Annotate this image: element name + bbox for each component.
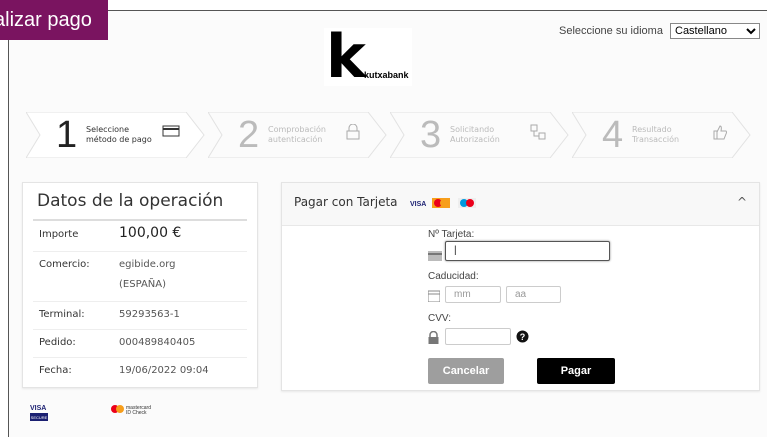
- step-number: 4: [602, 114, 624, 156]
- network-icon: [530, 124, 546, 140]
- cvv-label: CVV:: [428, 313, 451, 324]
- language-label: Seleccione su idioma: [558, 25, 663, 37]
- detail-key: Terminal:: [39, 309, 85, 320]
- step-label: Seleccione método de pago: [86, 125, 152, 144]
- collapse-icon[interactable]: ^: [737, 195, 747, 209]
- card-number-label: Nº Tarjeta:: [428, 229, 475, 240]
- visa-logo-sub: SECURE: [31, 415, 48, 420]
- detail-row-terminal: Terminal: 59293563-1: [33, 301, 247, 330]
- detail-row-comercio: Comercio: egibide.org (ESPAÑA): [33, 251, 247, 302]
- realizar-pago-label: alizar pago: [0, 0, 108, 40]
- security-logos: VISA SECURE mastercard ID Check: [30, 402, 170, 428]
- expiry-month-input[interactable]: mm: [445, 286, 501, 303]
- mastercard-idcheck-logo: mastercard ID Check: [111, 405, 151, 416]
- detail-key: Importe: [39, 229, 79, 240]
- card-number-input[interactable]: |: [445, 241, 610, 261]
- svg-text:?: ?: [520, 332, 526, 342]
- kutxabank-logo: k kutxabank: [324, 22, 412, 92]
- logo-text: kutxabank: [364, 70, 409, 80]
- step-number: 3: [420, 114, 442, 156]
- language-select[interactable]: Castellano: [670, 23, 760, 39]
- card-brands: VISA: [410, 198, 476, 208]
- detail-value: 000489840405: [119, 337, 196, 348]
- language-selector: Seleccione su idioma Castellano: [559, 23, 760, 39]
- card-payment-panel: Pagar con Tarjeta VISA ^ Nº Tarjeta: | C…: [281, 182, 760, 391]
- detail-value: 19/06/2022 09:04: [119, 365, 209, 376]
- lock-icon: [346, 124, 360, 140]
- detail-row-pedido: Pedido: 000489840405: [33, 329, 247, 358]
- visa-logo-text: VISA: [30, 405, 46, 412]
- help-icon[interactable]: ?: [516, 330, 529, 343]
- mc-logo-sub: ID Check: [126, 410, 147, 416]
- step-label: Comprobación autenticación: [268, 125, 326, 144]
- panel-header[interactable]: Pagar con Tarjeta VISA ^: [282, 183, 759, 226]
- step-label: Resultado Transacción: [632, 125, 680, 144]
- operation-title: Datos de la operación: [37, 191, 224, 211]
- detail-key: Pedido:: [39, 337, 76, 348]
- detail-value-secondary: (ESPAÑA): [119, 279, 167, 290]
- visa-secure-logo: VISA SECURE: [30, 405, 48, 421]
- step-label: Solicitando Autorización: [450, 125, 500, 144]
- card-icon: [428, 251, 442, 261]
- cvv-input[interactable]: [445, 328, 511, 345]
- expiry-label: Caducidad:: [428, 271, 479, 282]
- step-3: 3 Solicitando Autorización: [390, 112, 570, 158]
- calendar-icon: [428, 290, 440, 302]
- card-icon: [162, 125, 180, 137]
- cancel-button[interactable]: Cancelar: [428, 358, 504, 384]
- panel-title: Pagar con Tarjeta: [294, 195, 398, 209]
- operation-details-panel: Datos de la operación Importe 100,00 € C…: [22, 182, 258, 388]
- thumbs-up-icon: [713, 125, 727, 140]
- step-2: 2 Comprobación autenticación: [208, 112, 388, 158]
- step-4: 4 Resultado Transacción: [572, 112, 752, 158]
- expiry-year-input[interactable]: aa: [506, 286, 561, 303]
- detail-value: egibide.org: [119, 259, 176, 270]
- detail-row-fecha: Fecha: 19/06/2022 09:04: [33, 357, 247, 385]
- detail-row-importe: Importe 100,00 €: [33, 221, 247, 252]
- logo-letter: k: [326, 22, 366, 92]
- step-1: 1 Seleccione método de pago: [26, 112, 206, 158]
- lock-icon: [428, 331, 439, 344]
- step-number: 2: [238, 114, 260, 156]
- pay-button[interactable]: Pagar: [537, 358, 615, 384]
- detail-value: 100,00 €: [119, 225, 182, 241]
- detail-key: Comercio:: [39, 259, 90, 270]
- progress-steps: 1 Seleccione método de pago 2 Comprobaci…: [16, 112, 756, 158]
- detail-key: Fecha:: [39, 365, 72, 376]
- visa-brand: VISA: [410, 201, 426, 208]
- detail-value: 59293563-1: [119, 309, 180, 320]
- step-number: 1: [56, 114, 78, 156]
